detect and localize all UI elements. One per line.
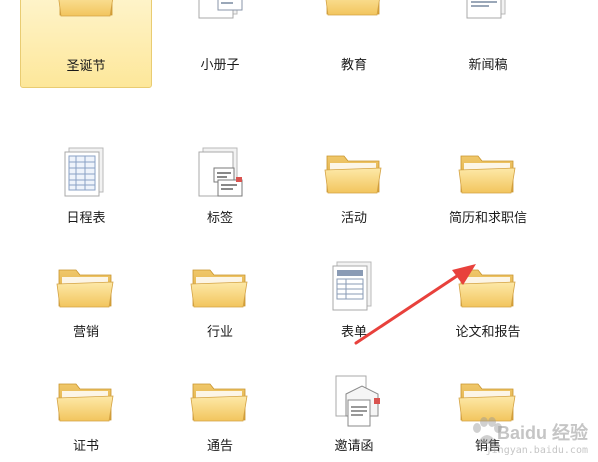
template-item[interactable]: 教育 bbox=[288, 0, 420, 88]
folder-icon bbox=[190, 372, 250, 432]
folder-icon bbox=[324, 144, 384, 204]
template-item[interactable]: 行业 bbox=[154, 258, 286, 344]
folder-icon bbox=[324, 0, 384, 26]
template-label: 小册子 bbox=[200, 58, 240, 73]
folder-icon bbox=[190, 258, 250, 318]
document-labels-icon bbox=[190, 144, 250, 204]
template-item[interactable]: 标签 bbox=[154, 144, 286, 230]
template-label: 圣诞节 bbox=[66, 59, 106, 74]
template-item[interactable]: 证书 bbox=[20, 372, 152, 458]
document-schedule-icon bbox=[56, 144, 116, 204]
folder-icon bbox=[56, 258, 116, 318]
template-item[interactable]: 邀请函 bbox=[288, 372, 420, 458]
template-label: 营销 bbox=[72, 325, 99, 340]
folder-icon bbox=[57, 0, 117, 27]
template-label: 论文和报告 bbox=[455, 325, 521, 340]
template-item[interactable]: 活动 bbox=[288, 144, 420, 230]
template-label: 行业 bbox=[206, 325, 233, 340]
template-item[interactable]: 表单 bbox=[288, 258, 420, 344]
template-item[interactable]: 通告 bbox=[154, 372, 286, 458]
template-item[interactable]: 日程表 bbox=[20, 144, 152, 230]
template-label: 通告 bbox=[206, 439, 233, 454]
folder-icon bbox=[458, 258, 518, 318]
watermark-logo: Baidu 经验 bbox=[496, 423, 588, 443]
document-invitation-icon bbox=[324, 372, 384, 432]
template-label: 日程表 bbox=[66, 211, 106, 226]
folder-icon bbox=[458, 144, 518, 204]
template-label: 表单 bbox=[340, 325, 367, 340]
template-item[interactable]: 论文和报告 bbox=[422, 258, 554, 344]
template-item[interactable]: 简历和求职信 bbox=[422, 144, 554, 230]
template-item[interactable]: 新闻稿 bbox=[422, 0, 554, 88]
template-label: 简历和求职信 bbox=[448, 211, 527, 226]
document-brochure-icon bbox=[190, 0, 250, 26]
template-item[interactable]: 营销 bbox=[20, 258, 152, 344]
watermark: Baidu 经验 jingyan.baidu.com bbox=[473, 417, 588, 456]
template-item[interactable]: 小册子 bbox=[154, 0, 286, 88]
template-label: 新闻稿 bbox=[468, 58, 508, 73]
folder-icon bbox=[56, 372, 116, 432]
document-newsletter-icon bbox=[458, 0, 518, 26]
paw-logo-icon bbox=[473, 417, 502, 444]
template-label: 邀请函 bbox=[334, 439, 374, 454]
template-item[interactable]: 圣诞节 bbox=[20, 0, 152, 88]
document-form-icon bbox=[324, 258, 384, 318]
template-label: 标签 bbox=[206, 211, 233, 226]
template-label: 活动 bbox=[340, 211, 367, 226]
template-label: 证书 bbox=[72, 439, 99, 454]
template-label: 教育 bbox=[340, 58, 367, 73]
watermark-url: jingyan.baidu.com bbox=[485, 445, 588, 456]
